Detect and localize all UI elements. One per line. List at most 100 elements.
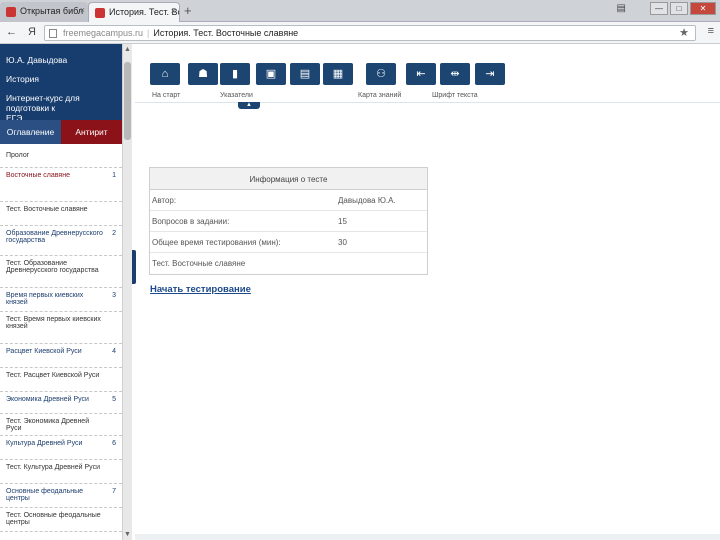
font-increase-icon: ⇥: [485, 68, 495, 80]
font-reset-button[interactable]: ⇹: [440, 63, 470, 85]
list-item[interactable]: Культура Древней Руси 6: [0, 436, 122, 460]
tab-contents[interactable]: Оглавление: [0, 120, 61, 144]
scroll-up-icon[interactable]: ▲: [124, 46, 131, 53]
user-header: Ю.А. Давыдова История Интернет-курс для …: [0, 44, 122, 123]
info-label: Вопросов в задании:: [152, 217, 230, 226]
url-host: freemegacampus.ru: [63, 28, 144, 38]
maximize-button[interactable]: □: [670, 2, 688, 15]
list-item-label: Тест. Образование Древнерусского государ…: [6, 260, 99, 274]
list-item[interactable]: Тест. Расцвет Киевской Руси: [0, 368, 122, 392]
toolbar-divider: [135, 102, 720, 103]
list-item-label: Тест. Восточные славяне: [6, 206, 88, 213]
sidebar-scrollbar[interactable]: ▲ ▼: [122, 44, 132, 540]
bottom-bar: [135, 534, 720, 540]
list-item-number: 3: [112, 292, 116, 299]
list-item[interactable]: Тест. Экономика Древней Руси: [0, 414, 122, 436]
list-item-label: Тест. Основные феодальные центры: [6, 512, 101, 526]
font-decrease-button[interactable]: ⇤: [406, 63, 436, 85]
font-increase-button[interactable]: ⇥: [475, 63, 505, 85]
list-item-label: Тест. Экономика Древней Руси: [6, 418, 90, 432]
close-window-button[interactable]: ✕: [690, 2, 716, 15]
list-item[interactable]: Время первых киевских князей 3: [0, 288, 122, 312]
tab-label: Открытая библ: [20, 6, 84, 16]
users-button[interactable]: ☗: [188, 63, 218, 85]
page-icon: [49, 29, 57, 38]
toolbar-active-marker-icon: ▲: [238, 102, 260, 109]
list-item-label: Расцвет Киевской Руси: [6, 348, 82, 355]
list-item[interactable]: Основные феодальные центры 7: [0, 484, 122, 508]
browser-tab-library[interactable]: Открытая библ ×: [0, 2, 88, 22]
case-icon: ▣: [265, 68, 277, 80]
home-button[interactable]: ⌂: [150, 63, 180, 85]
map-icon: ⚇: [376, 68, 386, 80]
list-item[interactable]: Пролог: [0, 148, 122, 168]
info-label: Общее время тестирования (мин):: [152, 238, 281, 247]
doc-button[interactable]: ▤: [290, 63, 320, 85]
list-item-number: 5: [112, 396, 116, 403]
scroll-down-icon[interactable]: ▼: [124, 531, 131, 538]
browser-menu-icon[interactable]: ≡: [708, 25, 714, 37]
list-item[interactable]: Тест. Образование Древнерусского государ…: [0, 256, 122, 288]
tab-label: История. Тест. Во: [109, 7, 180, 17]
list-item[interactable]: Тест. Время первых киевских князей: [0, 312, 122, 344]
list-item[interactable]: Тест. Основные феодальные центры: [0, 508, 122, 532]
window-controls: — □ ✕: [650, 2, 716, 15]
case-button[interactable]: ▣: [256, 63, 286, 85]
users-icon: ☗: [198, 68, 208, 80]
user-menu-icon[interactable]: ▤: [617, 3, 626, 14]
list-item[interactable]: Расцвет Киевской Руси 4: [0, 344, 122, 368]
list-item[interactable]: Тест. Восточные славяне: [0, 202, 122, 226]
start-test-link[interactable]: Начать тестирование: [150, 284, 251, 295]
address-bar: ← Я freemegacampus.ru | История. Тест. Вос…: [0, 22, 720, 44]
list-item-label: Основные феодальные центры: [6, 488, 84, 502]
new-tab-icon[interactable]: +: [184, 3, 192, 18]
list-item[interactable]: Образование Древнерусского государства 2: [0, 226, 122, 256]
minimize-button[interactable]: —: [650, 2, 668, 15]
info-row: Общее время тестирования (мин): 30: [150, 232, 427, 253]
sidebar-collapse-handle[interactable]: [132, 250, 136, 284]
list-item-number: 1: [112, 172, 116, 179]
doc-icon: ▤: [299, 68, 311, 80]
list-item[interactable]: Тест. Культура Древней Руси: [0, 460, 122, 484]
info-value: 30: [338, 238, 347, 247]
list-item[interactable]: Восточные славяне 1: [0, 168, 122, 202]
font-reset-icon: ⇹: [450, 68, 460, 80]
browser-tab-history-test[interactable]: История. Тест. Во ×: [88, 2, 180, 22]
info-row: Автор: Давыдова Ю.А.: [150, 190, 427, 211]
index-button[interactable]: ▮: [220, 63, 250, 85]
label-knowledge-map: Карта знаний: [358, 92, 402, 99]
contents-list: Пролог Восточные славяне 1 Тест. Восточные …: [0, 148, 122, 532]
info-value: Давыдова Ю.А.: [338, 196, 396, 205]
bookmark-star-icon[interactable]: ★: [679, 26, 689, 39]
tab-favicon-icon: [6, 7, 16, 17]
calendar-button[interactable]: ▦: [323, 63, 353, 85]
list-item-label: Пролог: [6, 152, 30, 159]
list-item[interactable]: Экономика Древней Руси 5: [0, 392, 122, 414]
list-item-label: Образование Древнерусского государства: [6, 230, 103, 244]
yandex-icon[interactable]: Я: [28, 26, 36, 38]
course-sidebar: Ю.А. Давыдова История Интернет-курс для …: [0, 44, 122, 540]
test-info-title: Информация о тесте: [150, 168, 427, 190]
label-font: Шрифт текста: [432, 92, 478, 99]
label-index: Указатели: [220, 92, 253, 99]
tab-close-icon[interactable]: ×: [171, 6, 176, 16]
scroll-thumb[interactable]: [124, 62, 131, 140]
browser-tab-bar: Открытая библ × История. Тест. Во × + ▤ …: [0, 0, 720, 22]
list-item-number: 2: [112, 230, 116, 237]
tab-antirit[interactable]: Антирит: [61, 120, 122, 144]
home-icon: ⌂: [161, 68, 169, 80]
font-decrease-icon: ⇤: [416, 68, 426, 80]
tab-close-icon[interactable]: ×: [80, 5, 85, 15]
list-item-number: 6: [112, 440, 116, 447]
map-button[interactable]: ⚇: [366, 63, 396, 85]
list-item-label: Тест. Время первых киевских князей: [6, 316, 101, 330]
url-field[interactable]: freemegacampus.ru | История. Тест. Восточн…: [44, 25, 696, 41]
test-info-box: Информация о тесте Автор: Давыдова Ю.А. Во…: [149, 167, 428, 275]
info-row: Вопросов в задании: 15: [150, 211, 427, 232]
list-item-number: 7: [112, 488, 116, 495]
list-item-label: Экономика Древней Руси: [6, 396, 89, 403]
info-label: Автор:: [152, 196, 177, 205]
label-home: На старт: [152, 92, 181, 99]
back-icon[interactable]: ←: [6, 26, 17, 38]
calendar-icon: ▦: [332, 68, 344, 80]
